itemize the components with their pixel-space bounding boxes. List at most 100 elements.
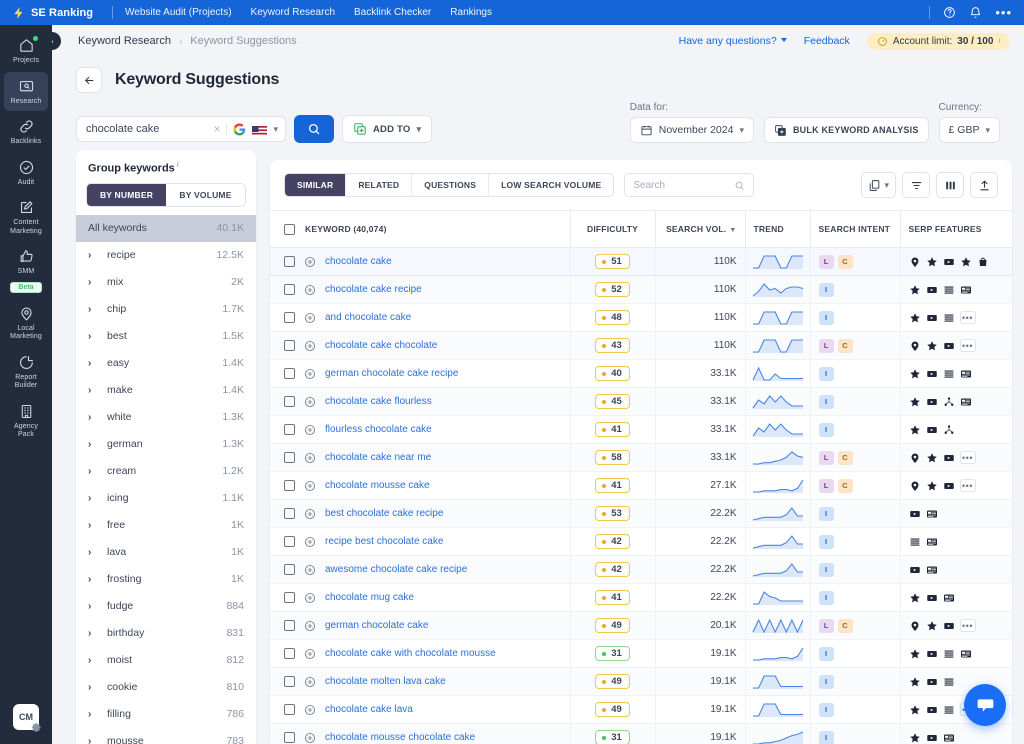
more-serp-features-icon[interactable]: •••	[959, 311, 976, 324]
keyword-link[interactable]: chocolate cake lava	[325, 704, 413, 715]
chevron-right-icon[interactable]: ›	[88, 304, 97, 315]
row-checkbox[interactable]	[284, 452, 295, 463]
row-checkbox[interactable]	[284, 256, 295, 267]
table-row[interactable]: chocolate cake near me 58 33.1K L C •••	[270, 443, 1012, 472]
tab-low-search-volume[interactable]: LOW SEARCH VOLUME	[489, 174, 613, 196]
row-checkbox[interactable]	[284, 564, 295, 575]
sidebar-item-projects[interactable]: Projects	[4, 31, 48, 71]
add-keyword-icon[interactable]	[304, 508, 316, 520]
row-checkbox[interactable]	[284, 312, 295, 323]
more-serp-features-icon[interactable]: •••	[959, 619, 976, 632]
table-search-input[interactable]: Search	[624, 173, 755, 197]
group-row[interactable]: › cookie 810	[76, 674, 256, 701]
keyword-link[interactable]: awesome chocolate cake recipe	[325, 564, 467, 575]
account-limit-badge[interactable]: Account limit: 30 / 100 i	[866, 32, 1010, 50]
chevron-right-icon[interactable]: ›	[88, 385, 97, 396]
row-checkbox[interactable]	[284, 368, 295, 379]
table-row[interactable]: chocolate cake chocolate 43 110K L C •••	[270, 331, 1012, 360]
keyword-link[interactable]: chocolate cake with chocolate mousse	[325, 648, 496, 659]
table-row[interactable]: chocolate cake with chocolate mousse 31 19…	[270, 639, 1012, 668]
info-icon[interactable]: i	[177, 160, 179, 169]
chevron-right-icon[interactable]: ›	[88, 736, 97, 744]
nav-website-audit[interactable]: Website Audit (Projects)	[125, 7, 232, 18]
breadcrumb-parent[interactable]: Keyword Research	[78, 35, 171, 47]
row-checkbox[interactable]	[284, 536, 295, 547]
chevron-right-icon[interactable]: ›	[88, 250, 97, 261]
export-button[interactable]	[970, 172, 998, 198]
group-row[interactable]: › chip 1.7K	[76, 296, 256, 323]
col-search-intent[interactable]: SEARCH INTENT	[809, 210, 900, 248]
table-row[interactable]: chocolate mousse cake 41 27.1K L C •••	[270, 471, 1012, 500]
keyword-link[interactable]: chocolate cake near me	[325, 452, 431, 463]
chevron-right-icon[interactable]: ›	[88, 709, 97, 720]
group-row[interactable]: › filling 786	[76, 701, 256, 728]
table-row[interactable]: german chocolate cake recipe 40 33.1K I	[270, 359, 1012, 388]
user-avatar-group[interactable]: CM	[13, 704, 42, 733]
chevron-right-icon[interactable]: ›	[88, 655, 97, 666]
sidebar-item-audit[interactable]: Audit	[4, 153, 48, 193]
bulk-keyword-analysis-button[interactable]: BULK KEYWORD ANALYSIS	[763, 117, 929, 143]
tab-questions[interactable]: QUESTIONS	[412, 174, 490, 196]
add-keyword-icon[interactable]	[304, 676, 316, 688]
row-checkbox[interactable]	[284, 704, 295, 715]
chevron-right-icon[interactable]: ›	[88, 358, 97, 369]
keyword-link[interactable]: chocolate cake chocolate	[325, 340, 437, 351]
group-row[interactable]: › recipe 12.5K	[76, 242, 256, 269]
close-icon[interactable]: ×	[213, 122, 220, 136]
table-row[interactable]: flourless chocolate cake 41 33.1K I	[270, 415, 1012, 444]
group-row[interactable]: › birthday 831	[76, 620, 256, 647]
select-all-checkbox[interactable]	[284, 223, 295, 235]
table-row[interactable]: chocolate cake lava4919.1KI•••	[270, 695, 1012, 724]
table-row[interactable]: german chocolate cake 49 20.1K L C •••	[270, 611, 1012, 640]
group-row[interactable]: › frosting 1K	[76, 566, 256, 593]
group-row[interactable]: › fudge 884	[76, 593, 256, 620]
nav-rankings[interactable]: Rankings	[450, 7, 492, 18]
col-trend[interactable]: TREND	[744, 210, 810, 248]
have-questions-dropdown[interactable]: Have any questions?	[679, 35, 787, 47]
add-keyword-icon[interactable]	[304, 732, 316, 744]
more-serp-features-icon[interactable]: •••	[959, 451, 976, 464]
add-keyword-icon[interactable]	[304, 648, 316, 660]
add-keyword-icon[interactable]	[304, 592, 316, 604]
more-serp-features-icon[interactable]: •••	[959, 479, 976, 492]
brand-logo-group[interactable]: SE Ranking	[0, 6, 112, 20]
gear-icon[interactable]	[31, 722, 42, 733]
row-checkbox[interactable]	[284, 424, 295, 435]
keyword-link[interactable]: chocolate cake recipe	[325, 284, 422, 295]
sidebar-item-agency-pack[interactable]: Agency Pack	[4, 397, 48, 445]
col-search-volume[interactable]: SEARCH VOL. ▼	[654, 210, 745, 248]
table-row[interactable]: chocolate mug cake 41 22.2K I	[270, 583, 1012, 612]
row-checkbox[interactable]	[284, 396, 295, 407]
table-row[interactable]: recipe best chocolate cake 42 22.2K I	[270, 527, 1012, 556]
chevron-right-icon[interactable]: ›	[88, 493, 97, 504]
keyword-link[interactable]: and chocolate cake	[325, 312, 411, 323]
back-button[interactable]	[76, 67, 102, 93]
table-row[interactable]: best chocolate cake recipe 53 22.2K I	[270, 499, 1012, 528]
sidebar-item-content-marketing[interactable]: Content Marketing	[4, 193, 48, 241]
add-keyword-icon[interactable]	[304, 620, 316, 632]
add-keyword-icon[interactable]	[304, 452, 316, 464]
group-row[interactable]: › easy 1.4K	[76, 350, 256, 377]
add-keyword-icon[interactable]	[304, 536, 316, 548]
keyword-link[interactable]: flourless chocolate cake	[325, 424, 432, 435]
keyword-link[interactable]: chocolate mug cake	[325, 592, 414, 603]
add-keyword-icon[interactable]	[304, 312, 316, 324]
chevron-down-icon[interactable]: ▾	[273, 124, 278, 135]
chevron-right-icon[interactable]: ›	[88, 439, 97, 450]
table-row[interactable]: chocolate cake 51 110K L C	[270, 247, 1012, 276]
chevron-right-icon[interactable]: ›	[88, 520, 97, 531]
columns-button[interactable]	[936, 172, 964, 198]
chevron-right-icon[interactable]: ›	[88, 547, 97, 558]
col-serp-features[interactable]: SERP FEATURES	[899, 210, 1012, 248]
table-row[interactable]: chocolate cake recipe 52 110K I	[270, 275, 1012, 304]
nav-keyword-research[interactable]: Keyword Research	[251, 7, 335, 18]
sidebar-item-research[interactable]: Research	[4, 71, 48, 111]
keyword-link[interactable]: chocolate mousse cake	[325, 480, 430, 491]
sidebar-item-local-marketing[interactable]: Local Marketing	[4, 299, 48, 347]
group-row[interactable]: › mousse 783	[76, 728, 256, 744]
help-circle-icon[interactable]	[943, 6, 956, 19]
currency-select[interactable]: £ GBP ▾	[938, 117, 1000, 143]
chevron-right-icon[interactable]: ›	[88, 466, 97, 477]
chevron-right-icon[interactable]: ›	[88, 277, 97, 288]
date-range-select[interactable]: November 2024 ▾	[629, 117, 754, 143]
